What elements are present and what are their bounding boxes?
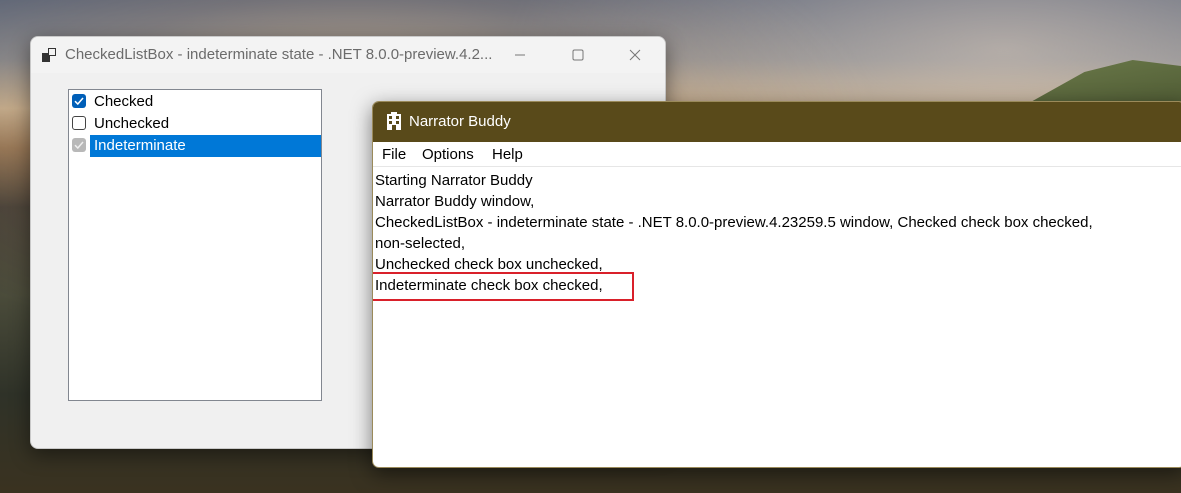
checkbox-indeterminate[interactable]	[72, 138, 86, 152]
checkbox-unchecked[interactable]	[72, 116, 86, 130]
window-title: CheckedListBox - indeterminate state - .…	[65, 46, 493, 63]
close-icon	[629, 49, 641, 61]
list-item-label: Unchecked	[94, 115, 170, 132]
list-item-label: Checked	[94, 93, 154, 110]
log-line: Narrator Buddy window,	[375, 193, 535, 210]
log-line: non-selected,	[375, 235, 466, 252]
menu-options[interactable]: Options	[422, 146, 474, 163]
minimize-icon	[515, 54, 525, 56]
menu-file[interactable]: File	[382, 146, 406, 163]
minimize-button[interactable]	[490, 37, 550, 73]
list-item-checked[interactable]: Checked	[70, 91, 320, 113]
checkbox-checked[interactable]	[72, 94, 86, 108]
app-icon	[42, 48, 56, 62]
list-item-unchecked[interactable]: Unchecked	[70, 113, 320, 135]
window-titlebar[interactable]: CheckedListBox - indeterminate state - .…	[31, 37, 665, 73]
menu-bar: File Options Help	[373, 142, 1181, 167]
log-line: Starting Narrator Buddy	[375, 172, 533, 189]
building-icon	[387, 112, 401, 130]
checked-list-box[interactable]: Checked Unchecked Indeterminate	[68, 89, 322, 401]
checkmark-icon	[74, 141, 84, 150]
checkmark-icon	[74, 97, 84, 106]
maximize-button[interactable]	[548, 37, 608, 73]
window-title: Narrator Buddy	[409, 113, 511, 130]
narrator-buddy-window: Narrator Buddy File Options Help Startin…	[372, 101, 1181, 468]
window-titlebar[interactable]: Narrator Buddy	[373, 102, 1181, 142]
menu-help[interactable]: Help	[492, 146, 523, 163]
close-button[interactable]	[605, 37, 665, 73]
log-line: CheckedListBox - indeterminate state - .…	[375, 214, 1093, 231]
list-item-label: Indeterminate	[90, 135, 321, 157]
maximize-icon	[572, 49, 584, 61]
highlight-box	[373, 272, 634, 301]
list-item-indeterminate[interactable]: Indeterminate	[70, 135, 321, 157]
